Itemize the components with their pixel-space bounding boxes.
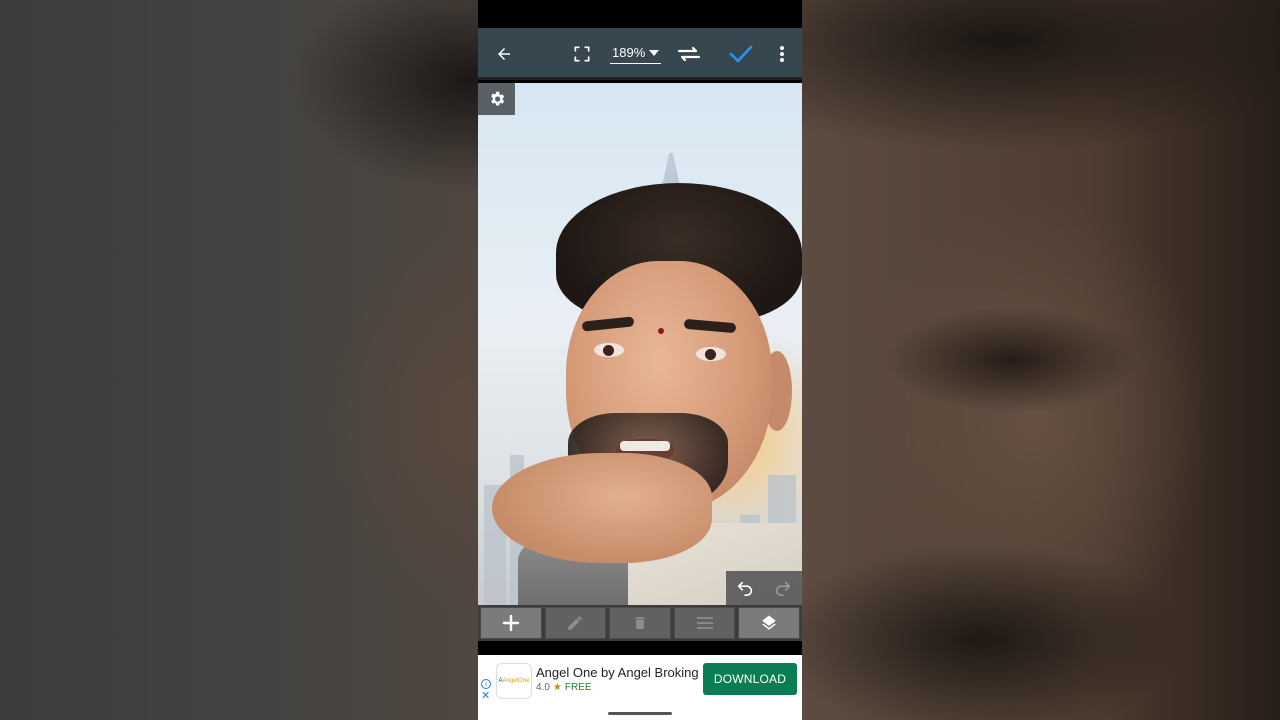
gear-icon xyxy=(490,91,504,106)
arrow-left-icon xyxy=(498,48,510,60)
fullscreen-icon xyxy=(574,46,590,62)
ad-price: FREE xyxy=(564,682,592,693)
canvas-settings-button[interactable] xyxy=(478,83,515,115)
layers-button[interactable] xyxy=(738,607,800,639)
zoom-level: 189% xyxy=(612,45,646,60)
star-icon: ★ xyxy=(552,682,562,693)
blurred-backdrop-right xyxy=(802,0,1280,720)
overflow-menu-button[interactable] xyxy=(774,28,790,80)
ad-download-button[interactable]: DOWNLOAD xyxy=(703,663,797,695)
ad-app-logo: A AngelOne xyxy=(496,663,532,699)
plus-icon xyxy=(502,614,519,632)
ad-rating: 4.0 xyxy=(536,682,550,693)
status-bar xyxy=(478,0,802,28)
delete-layer-button[interactable] xyxy=(609,607,671,639)
pencil-icon xyxy=(568,616,583,630)
zoom-dropdown[interactable]: 189% xyxy=(610,42,662,64)
ad-meta: 4.0 ★ FREE xyxy=(536,682,592,693)
edit-layer-button[interactable] xyxy=(544,607,607,639)
menu-lines-icon xyxy=(696,617,713,629)
fullscreen-button[interactable] xyxy=(568,28,596,80)
back-button[interactable] xyxy=(490,28,518,80)
ad-title: Angel One by Angel Broking xyxy=(536,665,699,680)
video-frame: 189% i ✕ A AngelOne Angel One by Angel B… xyxy=(0,0,1280,720)
add-layer-button[interactable] xyxy=(480,607,542,639)
caret-down-icon xyxy=(649,49,660,56)
checkmark-icon xyxy=(729,45,753,63)
editor-toolbar: 189% xyxy=(478,28,802,80)
gesture-nav-bar xyxy=(608,712,672,715)
more-vert-icon xyxy=(780,46,784,62)
swap-button[interactable] xyxy=(674,28,704,80)
confirm-button[interactable] xyxy=(726,28,756,80)
blurred-backdrop-left xyxy=(0,0,478,720)
trash-icon xyxy=(635,617,645,629)
layer-tools-bar xyxy=(478,605,802,641)
undo-redo-panel xyxy=(726,571,802,605)
layer-options-button[interactable] xyxy=(673,607,736,639)
ad-close-icon[interactable]: ✕ xyxy=(481,691,490,702)
swap-arrows-icon xyxy=(677,46,701,62)
phone-screen: 189% i ✕ A AngelOne Angel One by Angel B… xyxy=(478,0,802,720)
editing-canvas[interactable] xyxy=(478,83,802,605)
redo-icon[interactable] xyxy=(774,580,792,596)
portrait-photo xyxy=(478,83,802,605)
undo-icon[interactable] xyxy=(736,580,754,596)
ad-info-icon[interactable]: i xyxy=(481,679,491,689)
layers-icon xyxy=(762,615,776,630)
ad-banner[interactable]: i ✕ A AngelOne Angel One by Angel Brokin… xyxy=(478,655,802,720)
